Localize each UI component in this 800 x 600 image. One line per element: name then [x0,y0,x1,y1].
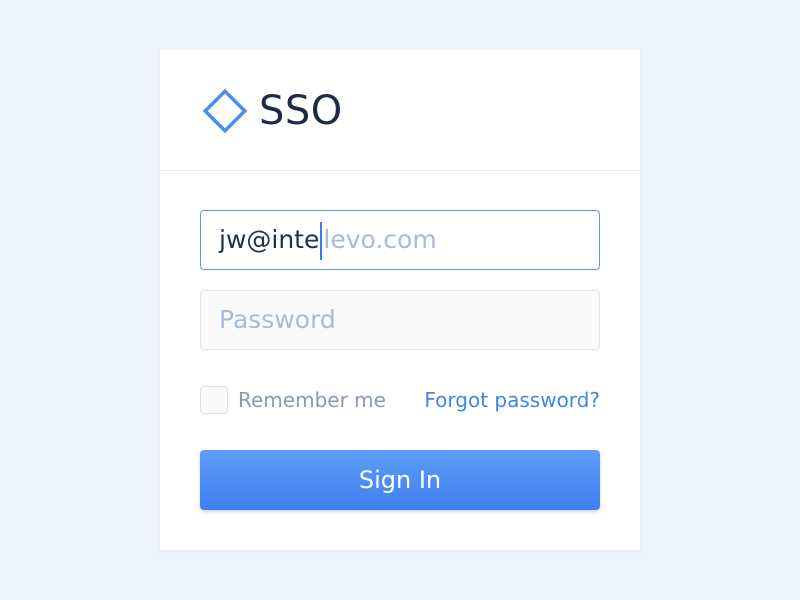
email-field[interactable]: jw@inte levo.com [200,210,600,270]
remember-me-checkbox[interactable] [200,386,228,414]
email-field-text[interactable]: jw@inte levo.com [219,211,437,269]
brand-name: SSO [259,88,343,134]
sign-in-button[interactable]: Sign In [200,450,600,510]
card-header: SSO [160,50,640,171]
email-typed-value: jw@inte [219,225,320,254]
diamond-logo-icon [202,88,248,134]
forgot-password-link[interactable]: Forgot password? [424,386,600,414]
password-placeholder: Password [219,305,336,334]
email-autocomplete-suggestion: levo.com [323,225,437,254]
password-field[interactable]: Password [200,290,600,350]
remember-me-label[interactable]: Remember me [238,386,386,414]
login-card: SSO jw@inte levo.com Password Remember me… [160,50,640,550]
